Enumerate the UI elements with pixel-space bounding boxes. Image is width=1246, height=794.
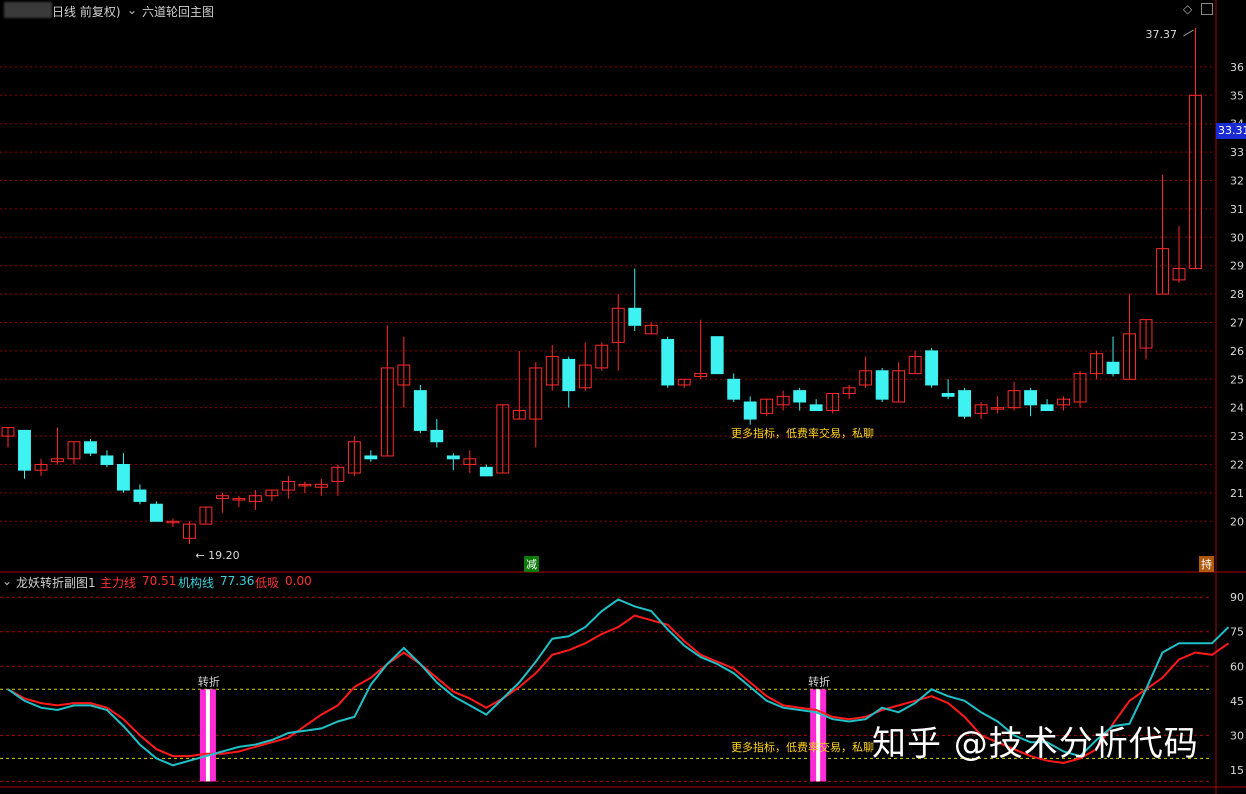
min-price-label: ← 19.20 xyxy=(195,549,239,562)
promo-annotation-top: 更多指标，低费率交易，私聊 xyxy=(731,426,874,440)
inst-line-value: 77.36 xyxy=(220,574,255,588)
y-tick-main: 22 xyxy=(1230,458,1244,471)
max-price-arrow xyxy=(1183,29,1194,37)
candle-body xyxy=(446,455,460,460)
low-buy-name: 低吸 xyxy=(255,576,280,590)
turn-signal-core xyxy=(816,689,821,782)
candle-body xyxy=(413,390,427,431)
y-tick-main: 24 xyxy=(1230,402,1244,415)
candle-body xyxy=(661,339,675,386)
watermark: 知乎 @技术分析代码 xyxy=(872,724,1199,764)
turn-signal-core xyxy=(205,689,210,782)
candle-body xyxy=(430,429,444,443)
period-label[interactable]: 日线 前复权) xyxy=(52,3,121,20)
inst-line-name: 机构线 xyxy=(178,576,215,590)
candle-body xyxy=(117,463,130,491)
candle-body xyxy=(479,466,493,477)
y-tick-main: 31 xyxy=(1230,203,1244,216)
y-tick-main: 21 xyxy=(1230,487,1244,500)
sub-dropdown-icon[interactable]: ⌄ xyxy=(2,574,12,588)
candle-body xyxy=(562,358,576,392)
y-tick-main: 36 xyxy=(1230,61,1244,74)
promo-annotation-bottom: 更多指标，低费率交易，私聊 xyxy=(731,740,874,754)
y-tick-main: 25 xyxy=(1230,373,1244,386)
candle-body xyxy=(710,336,724,375)
candle-body xyxy=(743,401,757,420)
sub-indicator-title[interactable]: 龙妖转折副图1 xyxy=(16,574,96,591)
candle-body xyxy=(925,350,939,386)
y-tick-main: 20 xyxy=(1230,515,1244,528)
y-tick-sub: 60 xyxy=(1230,660,1244,673)
candle-body xyxy=(628,307,642,326)
chart-canvas: 363534333231302928272625242322212037.37←… xyxy=(0,0,1246,794)
candle-body xyxy=(793,390,807,403)
y-tick-sub: 30 xyxy=(1230,729,1244,742)
candle-body xyxy=(1106,361,1120,375)
indicator-dropdown-icon[interactable]: ⌄ xyxy=(127,3,137,17)
y-tick-sub: 90 xyxy=(1230,591,1244,604)
y-tick-main: 28 xyxy=(1230,288,1244,301)
main-indicator-label[interactable]: 六道轮回主图 xyxy=(142,3,214,20)
candle-body xyxy=(100,455,114,465)
candle-body xyxy=(364,455,378,460)
y-tick-sub: 45 xyxy=(1230,695,1244,708)
candle-body xyxy=(150,503,163,522)
candle-body xyxy=(1024,390,1038,406)
y-tick-main: 26 xyxy=(1230,345,1244,358)
y-tick-main: 23 xyxy=(1230,430,1244,443)
maximize-icon[interactable] xyxy=(1201,3,1213,15)
current-price-tag: 33.31 xyxy=(1216,123,1246,139)
hold-marker[interactable]: 持 xyxy=(1199,556,1214,572)
symbol-blurred xyxy=(4,2,52,18)
turn-label: 转折 xyxy=(808,674,830,688)
low-buy-value: 0.00 xyxy=(285,574,312,588)
diamond-icon[interactable]: ◇ xyxy=(1183,2,1192,16)
turn-label: 转折 xyxy=(198,674,220,688)
main-line-value: 70.51 xyxy=(142,574,177,588)
y-tick-main: 33 xyxy=(1230,146,1244,159)
max-price-label: 37.37 xyxy=(1146,28,1178,41)
candle-body xyxy=(875,370,889,400)
y-tick-main: 35 xyxy=(1230,89,1244,102)
candle-body xyxy=(133,489,147,502)
y-tick-sub: 75 xyxy=(1230,626,1244,639)
main-line-name: 主力线 xyxy=(100,576,137,590)
candle-body xyxy=(958,390,972,417)
y-tick-sub: 15 xyxy=(1230,764,1244,777)
y-tick-main: 30 xyxy=(1230,231,1244,244)
main-header: 日线 前复权) ⌄ 六道轮回主图 ◇ xyxy=(0,2,1246,20)
y-tick-main: 29 xyxy=(1230,260,1244,273)
candle-body xyxy=(18,429,31,471)
reduce-marker[interactable]: 减 xyxy=(524,556,539,572)
y-tick-main: 32 xyxy=(1230,174,1244,187)
candle-body xyxy=(809,404,823,412)
candle-body xyxy=(84,441,97,454)
candle-body xyxy=(727,378,741,400)
candle-body xyxy=(1040,404,1054,412)
candle-body xyxy=(941,392,955,397)
y-tick-main: 27 xyxy=(1230,316,1244,329)
